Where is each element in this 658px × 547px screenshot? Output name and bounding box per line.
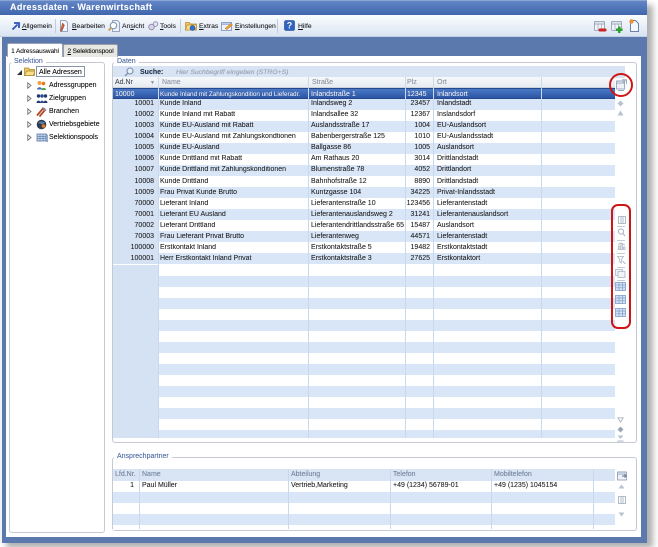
svg-text:?: ? [287, 21, 293, 31]
